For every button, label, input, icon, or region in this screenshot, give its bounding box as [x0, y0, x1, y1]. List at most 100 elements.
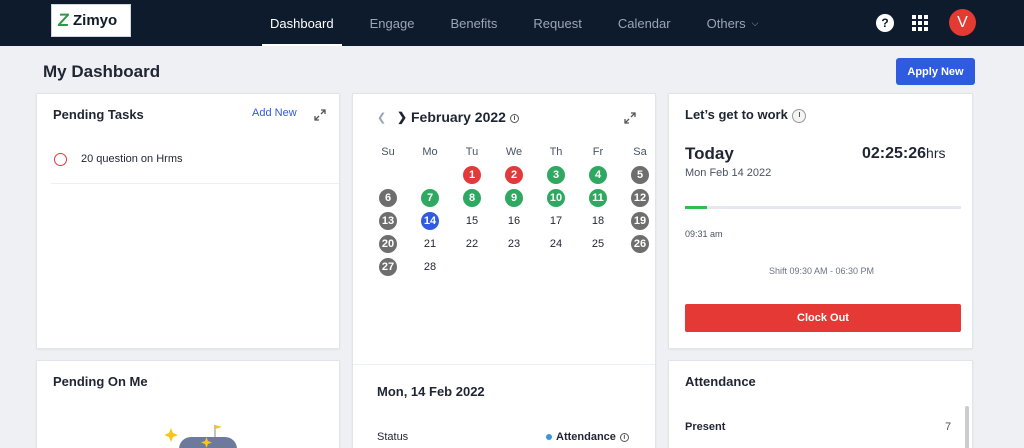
calendar-day-cell[interactable]: 2 [493, 163, 535, 186]
help-icon[interactable]: ? [876, 14, 894, 32]
nav-benefits[interactable]: Benefits [432, 0, 515, 46]
calendar-day-19: 19 [631, 211, 649, 230]
calendar-day-cell[interactable]: 9 [493, 186, 535, 209]
expand-icon[interactable] [314, 109, 326, 121]
calendar-blank-cell [409, 163, 451, 186]
nav-dashboard[interactable]: Dashboard [252, 0, 352, 46]
calendar-day-cell[interactable]: 27 [367, 255, 409, 278]
user-avatar[interactable]: V [949, 9, 976, 36]
calendar-day-16: 16 [507, 214, 521, 227]
calendar-day-cell[interactable]: 21 [409, 232, 451, 255]
calendar-day-cell[interactable]: 20 [367, 232, 409, 255]
calendar-day-9: 9 [505, 188, 523, 207]
pending-on-me-title: Pending On Me [53, 374, 148, 389]
calendar-day-7: 7 [421, 188, 439, 207]
calendar-day-24: 24 [549, 237, 563, 250]
calendar-day-cell[interactable]: 19 [619, 209, 661, 232]
weekday-header: Su [381, 145, 395, 158]
clock-in-time: 09:31 am [685, 229, 723, 239]
status-value: Attendance i [546, 431, 629, 443]
calendar-day-cell[interactable]: 5 [619, 163, 661, 186]
calendar-day-11: 11 [589, 188, 607, 207]
nav-request[interactable]: Request [515, 0, 599, 46]
apply-new-button[interactable]: Apply New [896, 58, 975, 85]
calendar-day-21: 21 [423, 237, 437, 250]
main-nav: Dashboard Engage Benefits Request Calend… [252, 0, 776, 46]
clock-out-button[interactable]: Clock Out [685, 304, 961, 332]
divider [353, 364, 655, 365]
calendar-day-cell[interactable]: 12 [619, 186, 661, 209]
calendar-day-cell[interactable]: 6 [367, 186, 409, 209]
calendar-blank-cell [367, 163, 409, 186]
weekday-header: Sa [633, 145, 647, 158]
nav-others[interactable]: Others ⌵ [689, 0, 777, 46]
calendar-day-18: 18 [591, 214, 605, 227]
pending-tasks-card: Pending Tasks Add New 20 question on Hrm… [36, 93, 340, 349]
apps-grid-icon[interactable] [912, 15, 928, 31]
nav-calendar[interactable]: Calendar [600, 0, 689, 46]
calendar-day-cell[interactable]: 7 [409, 186, 451, 209]
shift-hours: Shift 09:30 AM - 06:30 PM [768, 266, 875, 276]
status-label: Status [377, 431, 409, 443]
add-new-task-link[interactable]: Add New [252, 107, 297, 119]
info-icon[interactable]: i [509, 113, 519, 123]
calendar-day-14: 14 [421, 211, 439, 230]
work-title-text: Let’s get to work [685, 107, 788, 122]
calendar-day-cell[interactable]: 22 [451, 232, 493, 255]
calendar-day-cell[interactable]: 26 [619, 232, 661, 255]
calendar-day-cell[interactable]: 13 [367, 209, 409, 232]
calendar-day-cell[interactable]: 18 [577, 209, 619, 232]
calendar-day-3: 3 [547, 165, 565, 184]
weekday-header: Mo [422, 145, 438, 158]
calendar-day-cell[interactable]: 23 [493, 232, 535, 255]
task-label: 20 question on Hrms [81, 153, 183, 165]
calendar-day-12: 12 [631, 188, 649, 207]
page-title: My Dashboard [43, 62, 161, 81]
today-label: Today [685, 144, 734, 163]
work-progress-bar [685, 206, 961, 209]
calendar-day-cell[interactable]: 11 [577, 186, 619, 209]
status-value-text: Attendance [556, 431, 616, 443]
calendar-day-23: 23 [507, 237, 521, 250]
calendar-day-cell[interactable]: 24 [535, 232, 577, 255]
expand-icon[interactable] [624, 112, 636, 124]
calendar-day-26: 26 [631, 234, 649, 253]
attendance-scrollbar[interactable] [965, 406, 969, 448]
weekday-header: Th [549, 145, 563, 158]
calendar-day-cell[interactable]: 10 [535, 186, 577, 209]
calendar-grid: Su Mo Tu We Th Fr Sa 1 2 3 4 5 6 7 8 9 10 11 12 13 14 15 16 17 1… [367, 140, 649, 278]
clock-icon [791, 108, 806, 123]
calendar-month: February 2022 i [411, 109, 519, 125]
work-timer: 02:25:26hrs [862, 145, 946, 163]
selected-date: Mon, 14 Feb 2022 [377, 384, 485, 399]
calendar-day-28: 28 [423, 260, 437, 273]
calendar-day-cell[interactable]: 15 [451, 209, 493, 232]
calendar-day-cell[interactable]: 3 [535, 163, 577, 186]
task-row[interactable]: 20 question on Hrms [51, 148, 339, 184]
calendar-day-22: 22 [465, 237, 479, 250]
calendar-day-cell[interactable]: 28 [409, 255, 451, 278]
calendar-day-cell[interactable]: 4 [577, 163, 619, 186]
calendar-day-cell[interactable]: 1 [451, 163, 493, 186]
pending-on-me-card: Pending On Me [36, 360, 340, 448]
weekday-header: Fr [592, 145, 604, 158]
calendar-day-13: 13 [379, 211, 397, 230]
top-navbar: Z Zimyo Dashboard Engage Benefits Reques… [0, 0, 1024, 46]
work-progress-fill [685, 206, 708, 209]
calendar-day-cell[interactable]: 16 [493, 209, 535, 232]
nav-engage[interactable]: Engage [352, 0, 433, 46]
calendar-day-cell[interactable]: 14 [409, 209, 451, 232]
calendar-prev-icon[interactable]: ❮ [377, 111, 386, 124]
task-status-circle-icon[interactable] [54, 153, 67, 166]
zimyo-logo[interactable]: Z Zimyo [51, 4, 131, 37]
calendar-day-20: 20 [379, 234, 397, 253]
info-icon[interactable]: i [619, 432, 629, 442]
work-card: Let’s get to work Today 02:25:26hrs Mon … [668, 93, 973, 349]
calendar-next-icon[interactable]: ❯ [397, 110, 407, 124]
weekday-header: We [505, 145, 523, 158]
calendar-day-cell[interactable]: 17 [535, 209, 577, 232]
calendar-day-cell[interactable]: 8 [451, 186, 493, 209]
calendar-day-cell[interactable]: 25 [577, 232, 619, 255]
attendance-title: Attendance [685, 374, 756, 389]
work-title: Let’s get to work [685, 107, 806, 123]
